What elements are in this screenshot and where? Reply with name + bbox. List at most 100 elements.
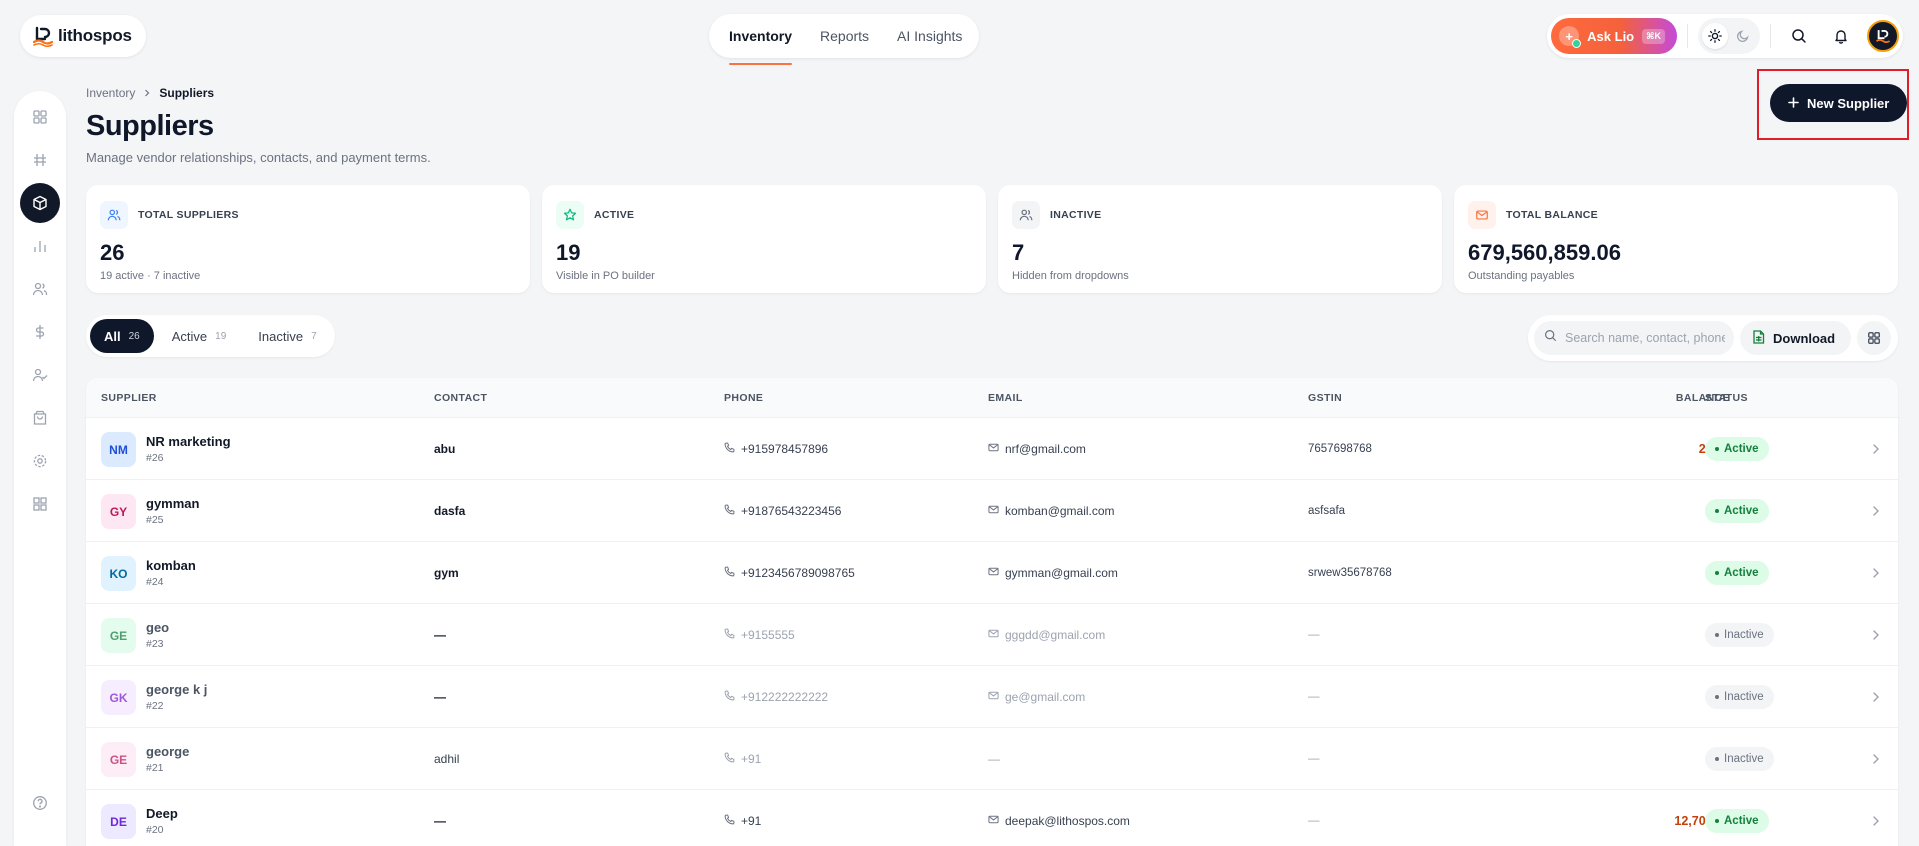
logo[interactable]: lithospos (20, 15, 146, 57)
mail-icon (988, 566, 999, 580)
page-subtitle: Manage vendor relationships, contacts, a… (86, 150, 431, 165)
sidebar-item-dashboard[interactable] (20, 97, 60, 137)
supplier-phone: +91876543223456 (724, 480, 841, 542)
star-icon (556, 201, 584, 229)
chevron-right-icon[interactable] (1870, 504, 1882, 523)
chevron-right-icon[interactable] (1870, 690, 1882, 709)
user-avatar[interactable] (1867, 20, 1899, 52)
stat-hint: Visible in PO builder (556, 270, 655, 282)
supplier-contact: adhil (434, 752, 460, 766)
status-badge: Active (1705, 809, 1769, 833)
supplier-email: gggdd@gmail.com (988, 604, 1105, 666)
col-status[interactable]: STATUS (1705, 392, 1748, 404)
nav-ai-insights[interactable]: AI Insights (897, 14, 962, 58)
mail-icon (1468, 201, 1496, 229)
mail-icon (988, 442, 999, 456)
supplier-phone: +915978457896 (724, 418, 828, 480)
table-row[interactable]: GK george k j #22 — +912222222222 ge@gma… (86, 666, 1898, 728)
col-supplier[interactable]: SUPPLIER (101, 392, 157, 404)
users-icon (100, 201, 128, 229)
phone-icon (724, 814, 735, 828)
supplier-phone: +912222222222 (724, 666, 828, 728)
status-badge: Active (1705, 561, 1769, 585)
supplier-status: Active (1705, 542, 1769, 604)
supplier-gstin: asfsafa (1308, 505, 1346, 517)
breadcrumb-inventory[interactable]: Inventory (86, 86, 135, 100)
help-icon[interactable] (20, 783, 60, 823)
supplier-id: #22 (146, 700, 164, 712)
status-label: Active (1724, 815, 1759, 827)
supplier-phone: +9123456789098765 (724, 542, 855, 604)
col-gstin[interactable]: GSTIN (1308, 392, 1342, 404)
filter-all[interactable]: All 26 (90, 319, 154, 353)
sun-icon[interactable] (1702, 23, 1728, 49)
moon-icon[interactable] (1730, 23, 1756, 49)
stat-label: TOTAL BALANCE (1506, 209, 1598, 221)
sidebar-item-apps[interactable] (20, 484, 60, 524)
sidebar-item-customers[interactable] (20, 269, 60, 309)
chevron-right-icon[interactable] (1870, 752, 1882, 771)
theme-toggle (1698, 18, 1760, 54)
supplier-email: nrf@gmail.com (988, 418, 1086, 480)
supplier-contact: — (434, 814, 446, 828)
supplier-gstin: srwew35678768 (1308, 567, 1392, 579)
divider (1687, 24, 1688, 48)
supplier-gstin: — (1308, 691, 1320, 703)
ask-lio-button[interactable]: + Ask Lio ⌘K (1551, 18, 1677, 54)
chevron-right-icon[interactable] (1870, 628, 1882, 647)
sidebar-item-purchases[interactable] (20, 398, 60, 438)
supplier-status: Inactive (1705, 666, 1774, 728)
sidebar-item-pos[interactable] (20, 140, 60, 180)
status-dot (1715, 695, 1719, 699)
chevron-right-icon[interactable] (1870, 566, 1882, 585)
table-row[interactable]: NM NR marketing #26 abu +915978457896 nr… (86, 418, 1898, 480)
sidebar-item-settings[interactable] (20, 441, 60, 481)
table-row[interactable]: KO komban #24 gym +9123456789098765 gymm… (86, 542, 1898, 604)
col-contact[interactable]: CONTACT (434, 392, 487, 404)
status-dot (1715, 447, 1719, 451)
divider (1770, 24, 1771, 48)
status-label: Active (1724, 567, 1759, 579)
filter-active[interactable]: Active 19 (158, 319, 241, 353)
sidebar-item-inventory[interactable] (20, 183, 60, 223)
lithospos-logo-icon (32, 25, 54, 48)
filter-label: Inactive (258, 328, 304, 344)
stat-value: 7 (1012, 240, 1025, 265)
phone-text: +912222222222 (741, 690, 829, 704)
status-label: Inactive (1724, 691, 1764, 703)
chevron-right-icon[interactable] (1870, 814, 1882, 833)
status-dot (1715, 633, 1719, 637)
col-email[interactable]: EMAIL (988, 392, 1023, 404)
filter-inactive[interactable]: Inactive 7 (244, 319, 330, 353)
supplier-contact: — (434, 628, 446, 642)
app-root: lithospos Inventory Reports AI Insights … (0, 0, 1919, 846)
table-row[interactable]: DE Deep #20 — +91 deepak@lithospos.com —… (86, 790, 1898, 846)
grid-view-icon[interactable] (1857, 321, 1892, 355)
filter-count: 19 (215, 330, 227, 342)
search-icon[interactable] (1781, 18, 1817, 54)
download-button[interactable]: Download (1740, 321, 1852, 355)
stat-active: ACTIVE 19 Visible in PO builder (542, 185, 986, 293)
table-row[interactable]: GE geo #23 — +9155555 gggdd@gmail.com — … (86, 604, 1898, 666)
sidebar-item-reports[interactable] (20, 226, 60, 266)
nav-inventory[interactable]: Inventory (729, 14, 793, 65)
sidebar-item-staff[interactable] (20, 355, 60, 395)
col-phone[interactable]: PHONE (724, 392, 763, 404)
stat-label: TOTAL SUPPLIERS (138, 209, 239, 221)
phone-text: +91 (741, 814, 762, 828)
table-row[interactable]: GE george #21 adhil +91 — — 0.00 Inactiv… (86, 728, 1898, 790)
filter-label: All (104, 328, 121, 344)
bell-icon[interactable] (1823, 18, 1859, 54)
nav-reports[interactable]: Reports (820, 14, 869, 58)
supplier-gstin: — (1308, 629, 1320, 641)
sidebar-item-finance[interactable] (20, 312, 60, 352)
supplier-email: gymman@gmail.com (988, 542, 1118, 604)
search-input[interactable] (1565, 331, 1725, 345)
supplier-phone: +91 (724, 728, 761, 790)
supplier-avatar: DE (101, 804, 136, 839)
breadcrumb-current: Suppliers (159, 86, 215, 100)
highlight-box (1757, 69, 1909, 140)
chevron-right-icon[interactable] (1870, 442, 1882, 461)
stats-row: TOTAL SUPPLIERS 26 19 active · 7 inactiv… (86, 185, 1898, 293)
table-row[interactable]: GY gymman #25 dasfa +91876543223456 komb… (86, 480, 1898, 542)
